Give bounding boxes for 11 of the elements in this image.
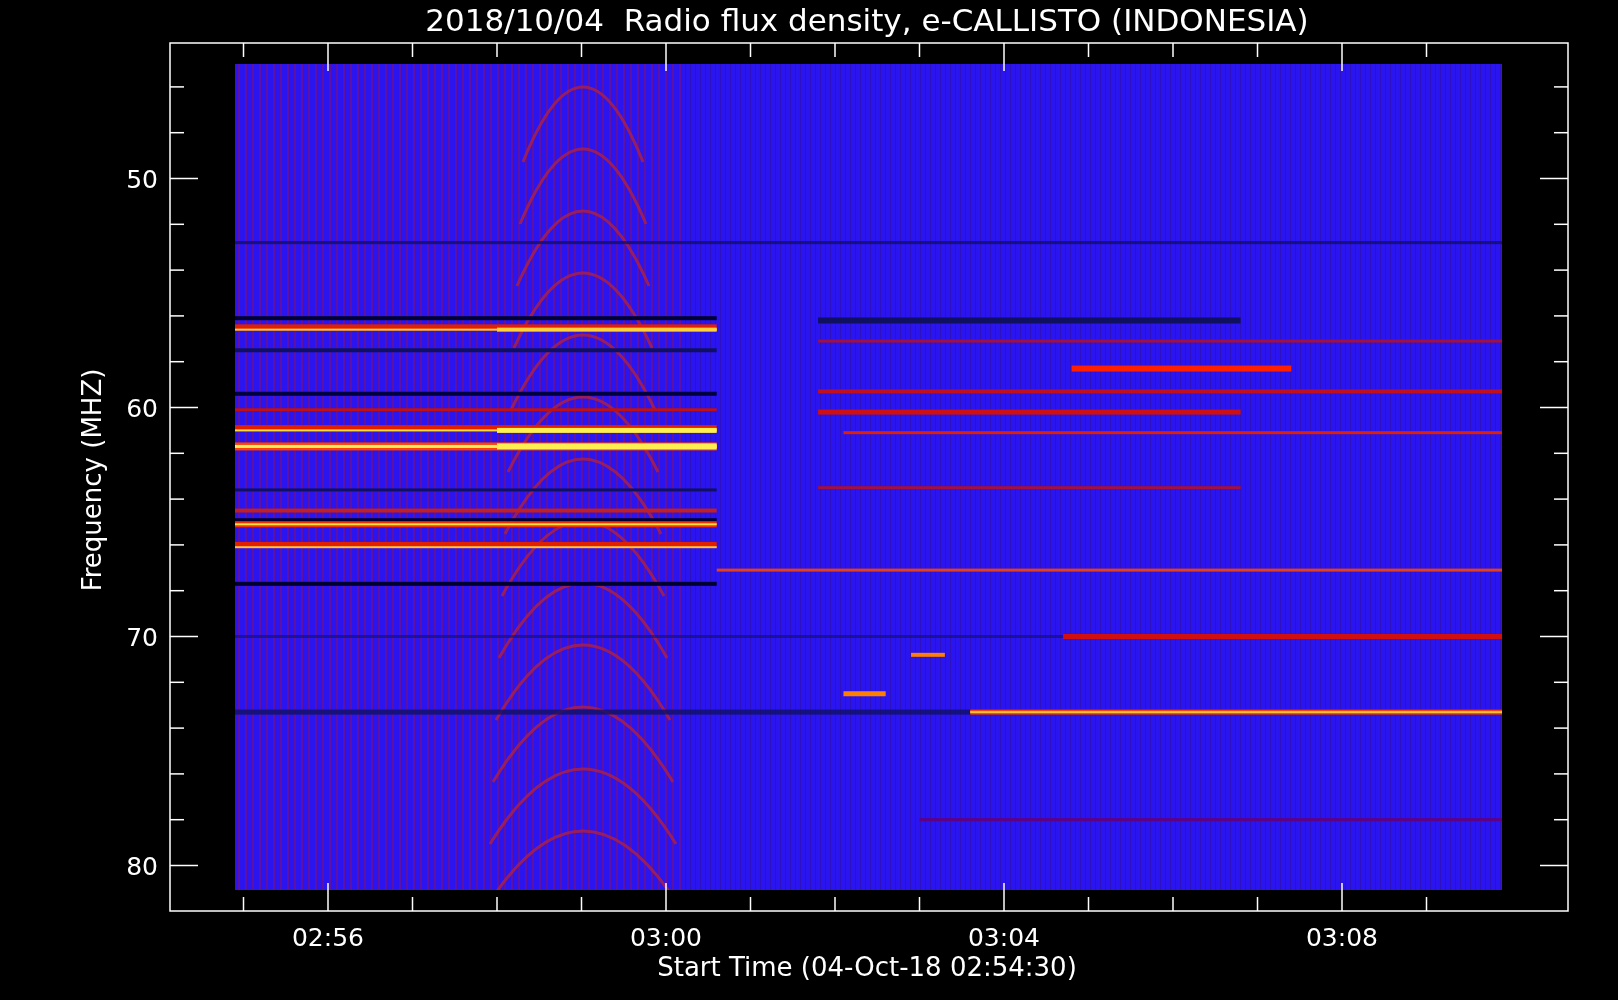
y-tick-label: 60 xyxy=(126,393,158,423)
chart-title: 2018/10/04 Radio flux density, e-CALLISTO (INDONESIA) xyxy=(425,2,1309,38)
x-tick-label: 03:00 xyxy=(630,923,702,952)
y-tick-label: 70 xyxy=(126,622,158,652)
x-tick-label: 03:04 xyxy=(968,923,1040,952)
x-tick-label: 03:08 xyxy=(1306,923,1378,952)
y-tick-label: 80 xyxy=(126,851,158,881)
y-tick-label: 50 xyxy=(126,164,158,194)
x-axis-title: Start Time (04-Oct-18 02:54:30) xyxy=(657,952,1077,982)
y-axis-title: Frequency (MHZ) xyxy=(77,368,107,592)
x-tick-label: 02:56 xyxy=(292,923,364,952)
